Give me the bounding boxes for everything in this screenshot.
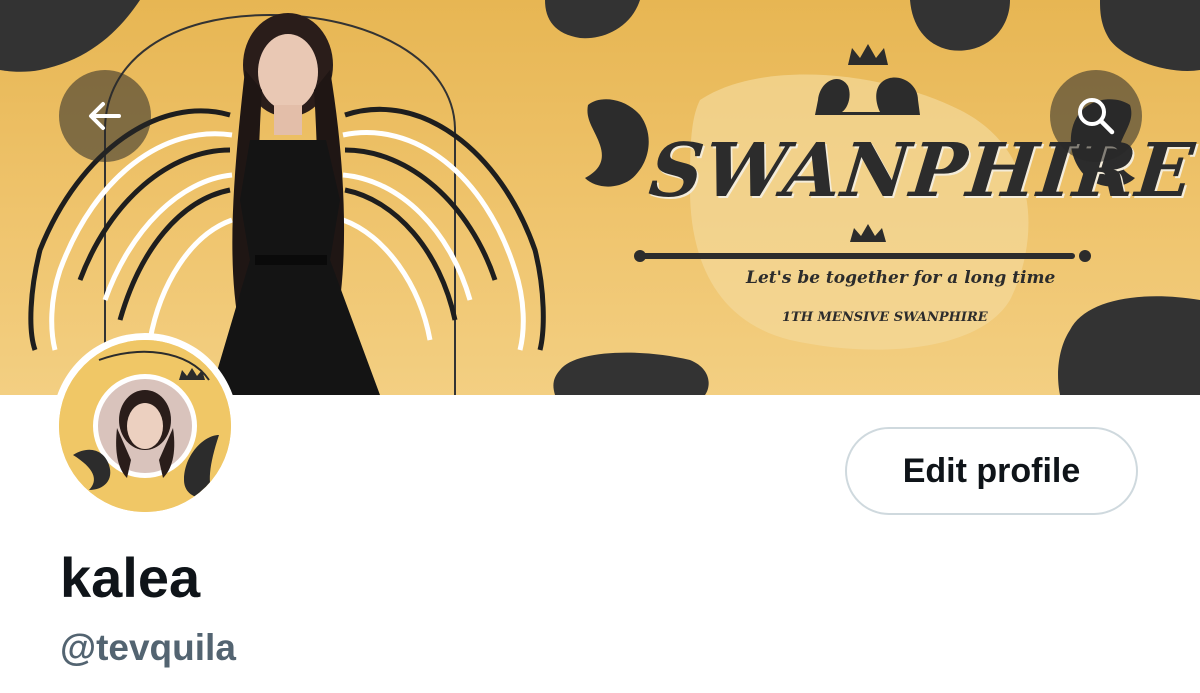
avatar[interactable] <box>52 333 238 519</box>
back-button[interactable] <box>59 70 151 162</box>
search-button[interactable] <box>1050 70 1142 162</box>
profile-display-name: kalea <box>60 546 201 609</box>
avatar-image <box>59 340 231 512</box>
search-icon <box>1078 98 1115 135</box>
profile-banner[interactable]: SWANPHIRE Let's be together for a long t… <box>0 0 1200 395</box>
banner-subline: 1TH MENSIVE SWANPHIRE <box>782 310 988 325</box>
banner-tagline: Let's be together for a long time <box>746 268 1056 288</box>
edit-profile-button[interactable]: Edit profile <box>845 427 1138 515</box>
profile-handle: @tevquila <box>60 627 236 668</box>
arrow-left-icon <box>89 102 121 130</box>
banner-title: SWANPHIRE <box>645 128 1199 214</box>
avatar-artwork <box>59 340 231 512</box>
